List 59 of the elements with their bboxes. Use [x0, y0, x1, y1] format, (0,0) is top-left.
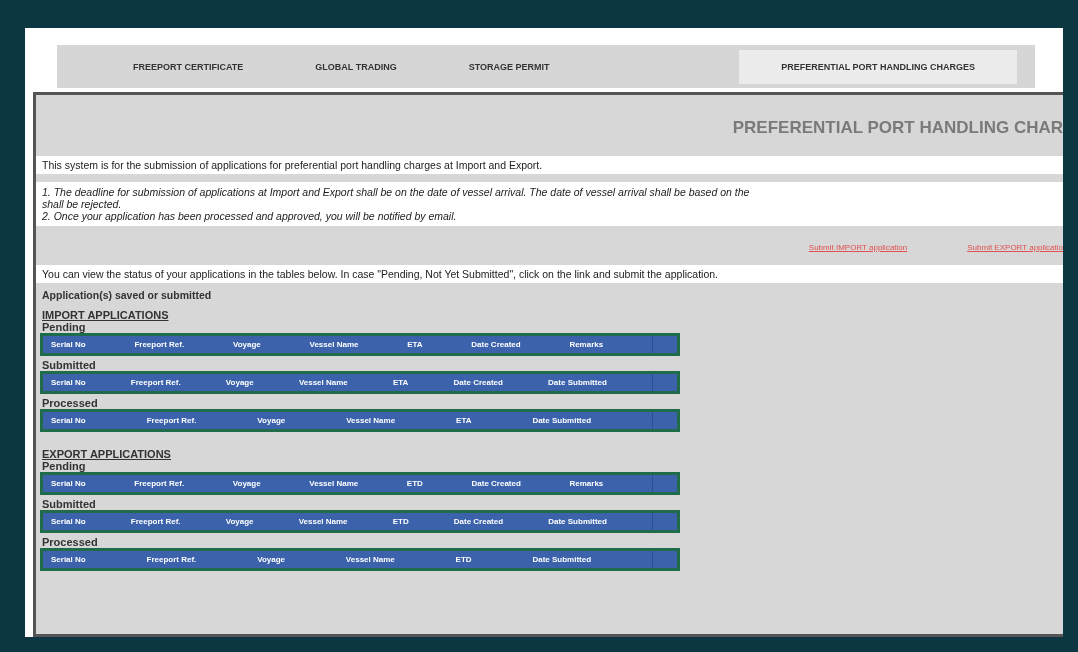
column-header: Freeport Ref. [130, 378, 181, 387]
section-heading: EXPORT APPLICATIONS [41, 448, 172, 460]
column-header: Serial No [51, 555, 86, 564]
note-text: 2. Once your application has been processed and approved, you will be notified by email. [42, 210, 458, 222]
column-header: Date Submitted [532, 555, 592, 564]
column-header: ETA [393, 378, 409, 387]
column-header: Date Submitted [548, 378, 607, 387]
column-header: Date Created [453, 378, 503, 387]
tab[interactable]: STORAGE PERMIT [432, 49, 586, 84]
column-header: Voyage [257, 416, 286, 425]
column-header: Freeport Ref. [146, 555, 197, 564]
column-header: Date Submitted [532, 416, 592, 425]
column-header: Voyage [232, 340, 261, 349]
table-label: Submitted [41, 498, 97, 510]
column-header: Vessel Name [309, 479, 359, 488]
column-header: Vessel Name [309, 340, 359, 349]
section-heading: IMPORT APPLICATIONS [41, 309, 170, 321]
note-text: shall be rejected. [42, 198, 123, 210]
column-header: ETD [406, 479, 423, 488]
column-header: Serial No [51, 517, 86, 526]
column-header: Serial No [51, 340, 86, 349]
column-header: Vessel Name [298, 517, 348, 526]
column-header: ETD [392, 517, 409, 526]
column-header: Freeport Ref. [134, 479, 185, 488]
status-text: You can view the status of your applications in the tables below. In case "Pending, Not Yet Submitted", click on the link and submit the application. [36, 265, 1063, 283]
column-header: Date Created [471, 340, 521, 349]
column-header: Serial No [51, 416, 86, 425]
table-label: Pending [41, 321, 87, 333]
table-label: Processed [41, 536, 99, 548]
note-text: 1. The deadline for submission of applications at Import and Export shall be on the date of vessel arrival. The date of vessel arrival shall be based on the [42, 186, 751, 198]
column-header: Date Created [471, 479, 521, 488]
column-header: Freeport Ref. [130, 517, 181, 526]
column-header: ETA [407, 340, 423, 349]
column-header: ETD [455, 555, 472, 564]
column-header: Vessel Name [298, 378, 348, 387]
page-title: PREFERENTIAL PORT HANDLING CHAR [731, 117, 1063, 139]
intro-text: This system is for the submission of applications for preferential port handling charges at Import and Export. [36, 156, 1063, 174]
table-label: Pending [41, 460, 87, 472]
column-header: ETA [456, 416, 472, 425]
column-header: Vessel Name [346, 416, 396, 425]
column-header: Vessel Name [345, 555, 395, 564]
table-label: Processed [41, 397, 99, 409]
table-label: Submitted [41, 359, 97, 371]
column-header: Freeport Ref. [134, 340, 185, 349]
column-header: Remarks [569, 340, 604, 349]
column-header: Freeport Ref. [146, 416, 197, 425]
column-header: Date Created [453, 517, 504, 526]
column-header: Voyage [257, 555, 285, 564]
column-header: Serial No [51, 378, 86, 387]
tab[interactable]: PREFERENTIAL PORT HANDLING CHARGES [739, 49, 1017, 84]
tab[interactable]: FREEPORT CERTIFICATE [97, 49, 280, 84]
column-header: Voyage [232, 479, 261, 488]
tab[interactable]: GLOBAL TRADING [279, 49, 433, 84]
section-label: Application(s) saved or submitted [41, 289, 213, 301]
column-header: Serial No [51, 479, 86, 488]
column-header: Remarks [569, 479, 604, 488]
column-header: Voyage [225, 517, 254, 526]
column-header: Voyage [225, 378, 254, 387]
column-header: Date Submitted [548, 517, 607, 526]
